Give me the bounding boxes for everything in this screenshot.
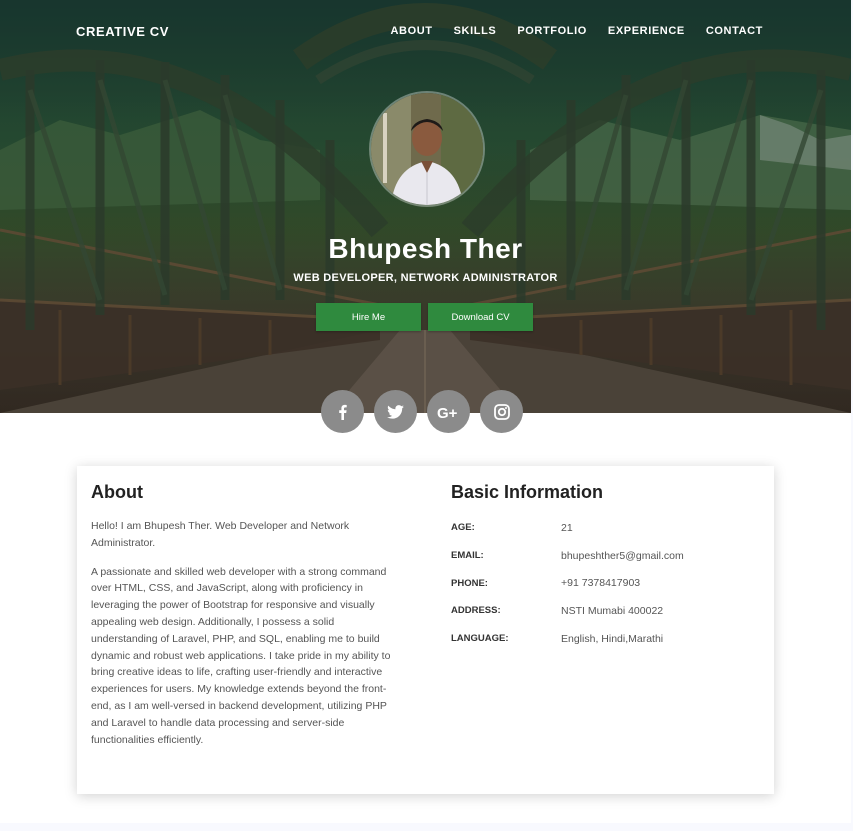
- facebook-link[interactable]: [321, 390, 364, 433]
- basic-info-title: Basic Information: [451, 482, 604, 502]
- info-label: PHONE:: [451, 577, 488, 589]
- about-section: About Hello! I am Bhupesh Ther. Web Deve…: [91, 482, 401, 748]
- info-label: EMAIL:: [451, 550, 484, 562]
- social-links: G+: [321, 390, 523, 433]
- nav-about[interactable]: ABOUT: [391, 25, 433, 37]
- about-card: About Hello! I am Bhupesh Ther. Web Deve…: [77, 466, 774, 794]
- google-plus-link[interactable]: G+: [427, 390, 470, 433]
- hero-section: CREATIVE CV ABOUT SKILLS PORTFOLIO EXPER…: [0, 0, 851, 413]
- info-label: ADDRESS:: [451, 605, 501, 617]
- info-value: 21: [561, 521, 573, 534]
- nav-contact[interactable]: CONTACT: [706, 25, 763, 37]
- twitter-icon: [387, 404, 404, 419]
- about-title: About: [91, 482, 143, 502]
- about-description: A passionate and skilled web developer w…: [91, 565, 391, 746]
- info-value: NSTI Mumabi 400022: [561, 604, 664, 617]
- facebook-icon: [338, 404, 347, 420]
- instagram-icon: [493, 403, 510, 420]
- info-row-phone: PHONE: +91 7378417903: [451, 569, 761, 597]
- nav-skills[interactable]: SKILLS: [454, 25, 497, 37]
- info-row-email: EMAIL: bhupeshther5@gmail.com: [451, 542, 761, 570]
- hero-subtitle: WEB DEVELOPER, NETWORK ADMINISTRATOR: [293, 272, 558, 284]
- basic-info-section: Basic Information AGE: 21 EMAIL: bhupesh…: [451, 482, 761, 652]
- nav-portfolio[interactable]: PORTFOLIO: [517, 25, 587, 37]
- info-value: bhupeshther5@gmail.com: [561, 549, 684, 562]
- brand-logo[interactable]: CREATIVE CV: [76, 24, 169, 39]
- info-value: +91 7378417903: [561, 577, 641, 590]
- main-nav: ABOUT SKILLS PORTFOLIO EXPERIENCE CONTAC…: [391, 25, 763, 37]
- nav-experience[interactable]: EXPERIENCE: [608, 25, 685, 37]
- info-row-address: ADDRESS: NSTI Mumabi 400022: [451, 597, 761, 625]
- about-intro: Hello! I am Bhupesh Ther. Web Developer …: [91, 520, 350, 549]
- hire-me-button[interactable]: Hire Me: [316, 303, 421, 331]
- download-cv-button[interactable]: Download CV: [428, 303, 533, 331]
- info-value: English, Hindi,Marathi: [561, 632, 664, 645]
- instagram-link[interactable]: [480, 390, 523, 433]
- google-plus-icon: G+: [437, 405, 458, 420]
- info-label: LANGUAGE:: [451, 633, 509, 645]
- info-row-age: AGE: 21: [451, 514, 761, 542]
- twitter-link[interactable]: [374, 390, 417, 433]
- info-label: AGE:: [451, 522, 475, 534]
- svg-text:G+: G+: [437, 405, 458, 420]
- basic-info-list: AGE: 21 EMAIL: bhupeshther5@gmail.com PH…: [451, 514, 761, 652]
- hero-name: Bhupesh Ther: [328, 233, 523, 264]
- info-row-language: LANGUAGE: English, Hindi,Marathi: [451, 625, 761, 653]
- avatar: [369, 91, 485, 207]
